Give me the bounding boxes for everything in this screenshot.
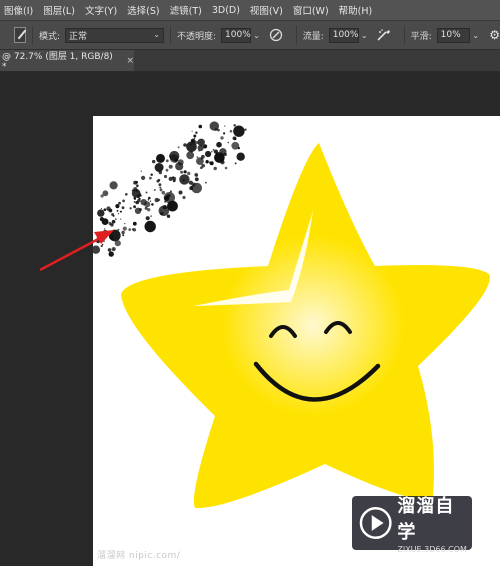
opacity-value: 100%: [225, 30, 251, 40]
brand-name: 溜溜自学: [397, 496, 455, 543]
menu-3d[interactable]: 3D(D): [207, 5, 245, 16]
menu-window[interactable]: 窗口(W): [288, 3, 334, 17]
menu-type[interactable]: 文字(Y): [80, 3, 122, 17]
brand-watermark: 溜溜自学 ZIXUE.3D66.COM: [352, 496, 472, 554]
opacity-label: 不透明度:: [176, 31, 217, 42]
document-tab[interactable]: @ 72.7% (图层 1, RGB/8) * ×: [0, 50, 134, 72]
divider: [32, 26, 33, 44]
mode-select[interactable]: 正常 ⌄: [65, 27, 164, 43]
close-icon[interactable]: ×: [126, 56, 134, 66]
mode-label: 模式:: [38, 31, 61, 42]
menu-select[interactable]: 选择(S): [122, 3, 164, 17]
gear-icon[interactable]: ⚙: [489, 28, 500, 42]
menu-filter[interactable]: 滤镜(T): [165, 3, 207, 17]
flow-label: 流量:: [302, 31, 324, 42]
flow-value: 100%: [332, 30, 359, 40]
brand-url: ZIXUE.3D66.COM: [397, 545, 467, 554]
menu-image[interactable]: 图像(I): [0, 3, 38, 17]
flow-dropdown-button[interactable]: ⌄: [359, 28, 370, 43]
menu-bar: 图像(I) 图层(L) 文字(Y) 选择(S) 滤镜(T) 3D(D) 视图(V…: [0, 0, 500, 20]
flow-field[interactable]: 100%: [328, 27, 359, 43]
smoothing-value: 10%: [440, 30, 461, 40]
smoothing-label: 平滑:: [410, 31, 432, 42]
divider: [403, 26, 405, 44]
menu-view[interactable]: 视图(V): [245, 3, 288, 17]
document-tab-title: @ 72.7% (图层 1, RGB/8) *: [2, 52, 113, 72]
menu-layer[interactable]: 图层(L): [38, 3, 80, 17]
smoothing-field[interactable]: 10%: [436, 27, 471, 43]
play-logo-icon: [359, 507, 392, 539]
divider: [169, 26, 171, 44]
document-tab-bar: @ 72.7% (图层 1, RGB/8) * ×: [0, 50, 500, 72]
opacity-field[interactable]: 100%: [221, 27, 252, 43]
chevron-down-icon: ⌄: [153, 29, 160, 39]
smoothing-dropdown-button[interactable]: ⌄: [470, 28, 481, 43]
divider: [295, 26, 297, 44]
opacity-dropdown-button[interactable]: ⌄: [251, 28, 262, 43]
options-bar: 模式: 正常 ⌄ 不透明度: 100% ⌄ 流量: 100% ⌄ 平滑: 10%…: [0, 20, 500, 50]
watermark-text: 溜溜网 nipic.com/: [97, 551, 181, 561]
airbrush-icon[interactable]: [376, 27, 392, 43]
menu-help[interactable]: 帮助(H): [334, 3, 378, 17]
pressure-opacity-icon[interactable]: [268, 27, 284, 43]
mode-value: 正常: [69, 31, 88, 42]
tool-preset-picker[interactable]: [4, 24, 26, 46]
brush-icon: [14, 27, 26, 43]
